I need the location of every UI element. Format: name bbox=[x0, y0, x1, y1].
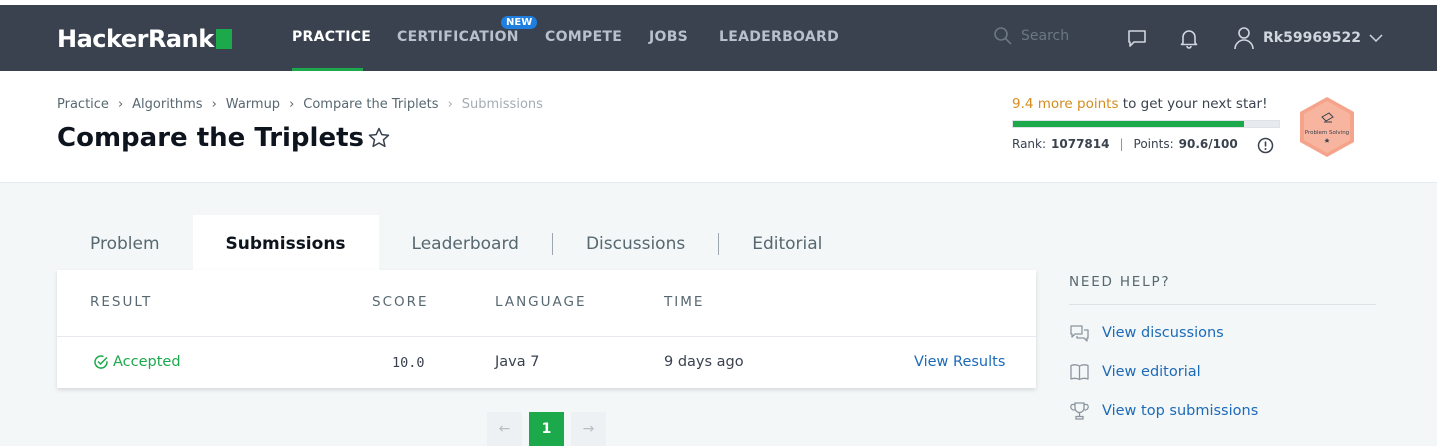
rank-label: Rank: bbox=[1012, 137, 1047, 151]
new-badge: NEW bbox=[501, 16, 538, 29]
check-circle-icon bbox=[94, 355, 108, 369]
language-value: Java 7 bbox=[495, 354, 540, 370]
nav-jobs[interactable]: JOBS bbox=[649, 29, 688, 45]
chevron-right-icon: › bbox=[447, 97, 453, 112]
header-language: LANGUAGE bbox=[495, 294, 587, 310]
next-star-suffix: to get your next star! bbox=[1118, 96, 1268, 112]
main-content: Problem Submissions Leaderboard Discussi… bbox=[0, 183, 1437, 446]
nav-practice[interactable]: PRACTICE bbox=[292, 29, 371, 45]
page-1-button[interactable]: 1 bbox=[529, 412, 564, 446]
table-divider bbox=[57, 336, 1036, 337]
score-value: 10.0 bbox=[392, 355, 425, 371]
next-page-button[interactable]: → bbox=[571, 412, 606, 446]
view-results-link[interactable]: View Results bbox=[914, 354, 1005, 370]
nav-compete[interactable]: COMPETE bbox=[545, 29, 622, 45]
stats-divider: | bbox=[1119, 137, 1124, 151]
username: Rk59969522 bbox=[1263, 30, 1362, 46]
time-value: 9 days ago bbox=[664, 354, 744, 370]
breadcrumb-current: Submissions bbox=[461, 97, 543, 112]
header-time: TIME bbox=[664, 294, 705, 310]
points-needed: 9.4 more points bbox=[1012, 96, 1119, 112]
need-help-title: NEED HELP? bbox=[1069, 274, 1376, 305]
view-editorial-link[interactable]: View editorial bbox=[1069, 361, 1376, 383]
view-top-submissions-link[interactable]: View top submissions bbox=[1069, 400, 1376, 422]
need-help-panel: NEED HELP? View discussions View editori… bbox=[1069, 274, 1376, 422]
chevron-right-icon: › bbox=[211, 97, 217, 112]
page-title: Compare the Triplets bbox=[57, 123, 364, 153]
view-discussions-label: View discussions bbox=[1102, 325, 1224, 341]
trophy-icon bbox=[1070, 402, 1089, 420]
breadcrumb: Practice › Algorithms › Warmup › Compare… bbox=[57, 97, 543, 112]
rank-value: 1077814 bbox=[1051, 137, 1110, 151]
prev-page-button[interactable]: ← bbox=[487, 412, 522, 446]
rank-points-stats: Rank: 1077814 | Points: 90.6/100 bbox=[1012, 137, 1238, 151]
pagination: ← 1 → bbox=[487, 412, 613, 446]
result-status: Accepted bbox=[93, 354, 181, 370]
logo-text: HackerRank bbox=[57, 25, 214, 53]
breadcrumb-warmup[interactable]: Warmup bbox=[226, 97, 280, 112]
discussions-icon bbox=[1070, 325, 1089, 342]
header-result: RESULT bbox=[90, 294, 153, 310]
messages-icon[interactable] bbox=[1126, 27, 1148, 54]
view-discussions-link[interactable]: View discussions bbox=[1069, 322, 1376, 344]
tab-discussions[interactable]: Discussions bbox=[553, 215, 718, 270]
points-value: 90.6/100 bbox=[1178, 137, 1238, 151]
breadcrumb-algorithms[interactable]: Algorithms bbox=[132, 97, 202, 112]
tab-editorial[interactable]: Editorial bbox=[719, 215, 855, 270]
submissions-table: RESULT SCORE LANGUAGE TIME Accepted 10.0… bbox=[57, 270, 1036, 388]
star-progress-bar bbox=[1012, 120, 1280, 128]
badge-label: Problem Solving bbox=[1305, 130, 1349, 136]
tab-leaderboard[interactable]: Leaderboard bbox=[379, 215, 552, 270]
breadcrumb-problem[interactable]: Compare the Triplets bbox=[303, 97, 438, 112]
tab-problem[interactable]: Problem bbox=[57, 215, 193, 270]
problem-tabs: Problem Submissions Leaderboard Discussi… bbox=[57, 215, 855, 270]
view-editorial-label: View editorial bbox=[1102, 364, 1201, 380]
result-text: Accepted bbox=[113, 354, 181, 370]
next-star-message: 9.4 more points to get your next star! bbox=[1012, 96, 1268, 112]
search-placeholder: Search bbox=[1021, 28, 1070, 44]
chevron-right-icon: › bbox=[117, 97, 124, 112]
bookmark-star-icon[interactable] bbox=[367, 126, 391, 155]
tab-submissions[interactable]: Submissions bbox=[192, 215, 379, 270]
nav-certification[interactable]: CERTIFICATION bbox=[397, 29, 519, 45]
chevron-down-icon bbox=[1369, 34, 1383, 43]
points-label: Points: bbox=[1133, 137, 1174, 151]
star-progress-fill bbox=[1013, 121, 1245, 127]
user-menu[interactable]: Rk59969522 bbox=[1233, 26, 1383, 50]
notifications-bell-icon[interactable] bbox=[1178, 27, 1200, 54]
page-header: Practice › Algorithms › Warmup › Compare… bbox=[0, 71, 1437, 183]
search-input[interactable]: Search bbox=[993, 26, 1069, 46]
user-icon bbox=[1234, 27, 1254, 50]
problem-solving-badge[interactable]: Problem Solving bbox=[1298, 96, 1356, 163]
top-navbar: HackerRank PRACTICE CERTIFICATION NEW CO… bbox=[0, 5, 1437, 71]
logo-block bbox=[215, 29, 232, 49]
info-icon[interactable] bbox=[1257, 137, 1274, 159]
breadcrumb-practice[interactable]: Practice bbox=[57, 97, 109, 112]
hackerrank-logo[interactable]: HackerRank bbox=[57, 25, 232, 53]
view-top-submissions-label: View top submissions bbox=[1102, 403, 1259, 419]
header-score: SCORE bbox=[372, 294, 429, 310]
book-icon bbox=[1070, 364, 1089, 381]
search-icon bbox=[994, 27, 1012, 45]
chevron-right-icon: › bbox=[289, 97, 295, 112]
nav-leaderboard[interactable]: LEADERBOARD bbox=[719, 29, 839, 45]
